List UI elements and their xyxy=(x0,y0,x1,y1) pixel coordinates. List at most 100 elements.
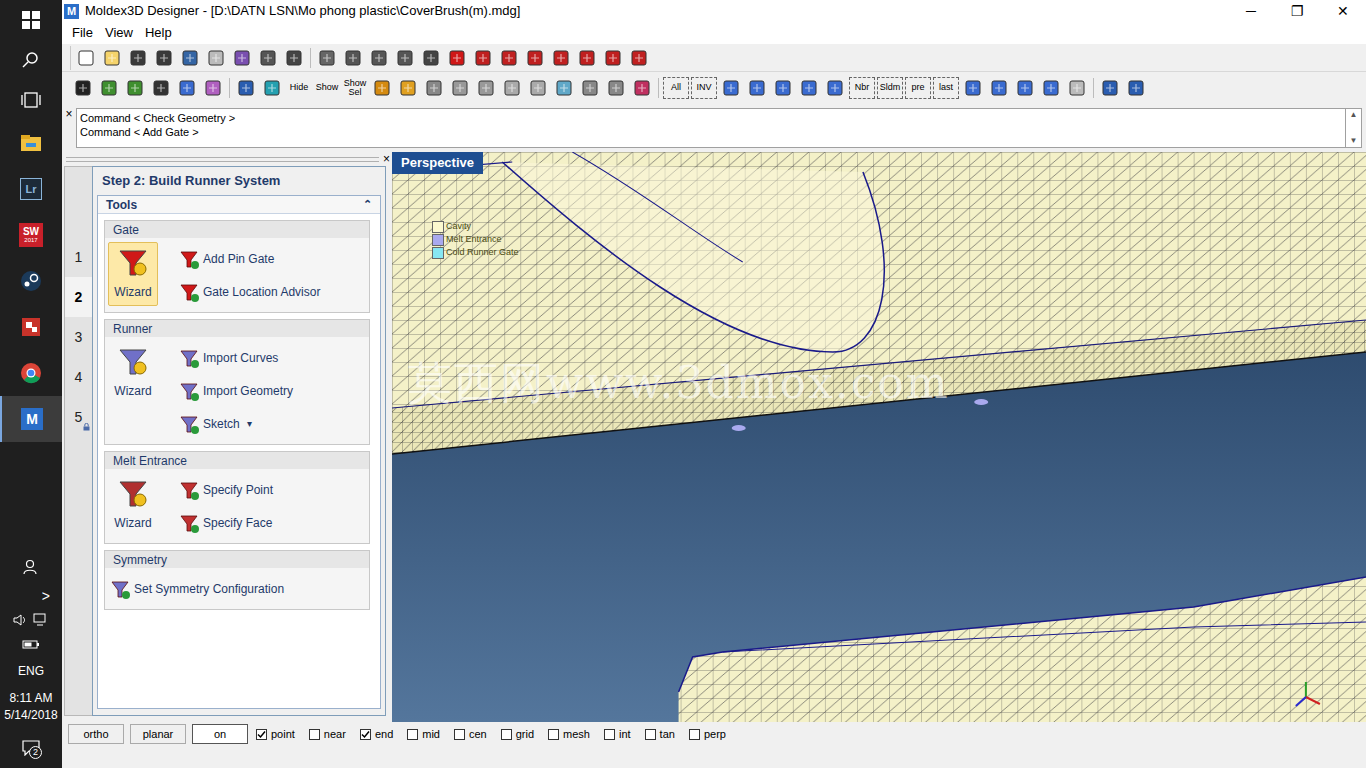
mode-toggle[interactable]: planar xyxy=(130,724,186,744)
tool-button[interactable] xyxy=(447,76,473,100)
window-control[interactable]: ─ xyxy=(1228,0,1274,22)
window-control[interactable]: ❐ xyxy=(1274,0,1320,22)
tool-button[interactable] xyxy=(718,76,744,100)
taskbar-app[interactable] xyxy=(0,350,62,396)
tool-button[interactable] xyxy=(233,76,259,100)
text-tool-button[interactable]: Show xyxy=(313,83,341,92)
view-filter-button[interactable]: All xyxy=(663,77,689,99)
step-tab[interactable]: 1 xyxy=(65,237,92,277)
tool-button[interactable] xyxy=(229,46,255,70)
tool-button[interactable] xyxy=(96,76,122,100)
task-view-button[interactable] xyxy=(0,80,62,120)
tool-button[interactable] xyxy=(122,76,148,100)
tool-button[interactable] xyxy=(314,46,340,70)
tool-button[interactable] xyxy=(522,46,548,70)
text-tool-button[interactable]: Show Sel xyxy=(341,79,369,97)
panel-close[interactable]: × xyxy=(381,153,392,165)
snap-checkbox[interactable]: tan xyxy=(645,726,681,743)
menu-item[interactable]: Help xyxy=(139,23,178,43)
tool-button[interactable] xyxy=(470,46,496,70)
speaker-icon[interactable] xyxy=(13,613,27,627)
tool-button[interactable] xyxy=(1123,76,1149,100)
scroll-arrow[interactable]: ▼ xyxy=(1350,135,1358,147)
taskbar-app[interactable]: Lr xyxy=(0,166,62,212)
tool-button[interactable] xyxy=(744,76,770,100)
view-filter-button[interactable]: Nbr xyxy=(849,77,875,99)
step-tab[interactable]: 4 xyxy=(65,357,92,397)
taskbar-app[interactable] xyxy=(0,120,62,166)
tool-button[interactable] xyxy=(796,76,822,100)
action-center-button[interactable]: 2 xyxy=(0,728,62,768)
wizard-button[interactable]: Wizard xyxy=(108,473,158,537)
tool-button[interactable] xyxy=(986,76,1012,100)
tool-button[interactable] xyxy=(281,46,307,70)
tool-button[interactable] xyxy=(603,76,629,100)
tool-button[interactable] xyxy=(366,46,392,70)
tool-item[interactable]: Set Symmetry Configuration xyxy=(109,572,284,605)
snap-checkbox[interactable]: perp xyxy=(689,726,732,743)
snap-checkbox[interactable]: int xyxy=(604,726,637,743)
tool-button[interactable] xyxy=(70,76,96,100)
tool-button[interactable] xyxy=(574,46,600,70)
tool-button[interactable] xyxy=(259,76,285,100)
tool-button[interactable] xyxy=(548,46,574,70)
tool-item[interactable]: Add Pin Gate xyxy=(178,242,320,275)
tool-button[interactable] xyxy=(473,76,499,100)
view-filter-button[interactable]: last xyxy=(933,77,959,99)
view-filter-button[interactable]: pre xyxy=(905,77,931,99)
snap-checkbox[interactable]: point xyxy=(256,726,301,743)
taskbar-app[interactable]: M xyxy=(0,396,62,442)
tool-item[interactable]: Specify Point xyxy=(178,473,273,506)
network-icon[interactable] xyxy=(33,613,49,627)
wizard-button[interactable]: Wizard xyxy=(108,341,158,405)
menu-item[interactable]: View xyxy=(99,23,139,43)
tool-button[interactable] xyxy=(1012,76,1038,100)
tool-button[interactable] xyxy=(496,46,522,70)
tool-button[interactable] xyxy=(421,76,447,100)
tool-button[interactable] xyxy=(822,76,848,100)
tool-item[interactable]: Gate Location Advisor xyxy=(178,275,320,308)
tool-button[interactable] xyxy=(1064,76,1090,100)
tool-button[interactable] xyxy=(600,46,626,70)
taskbar-app[interactable] xyxy=(0,258,62,304)
start-button[interactable] xyxy=(0,0,62,40)
tool-button[interactable] xyxy=(444,46,470,70)
command-scrollbar[interactable]: ▲▼ xyxy=(1346,108,1362,148)
collapse-toggle[interactable]: ⌃ xyxy=(363,196,372,213)
dropdown-arrow[interactable]: ▾ xyxy=(247,416,252,431)
snap-checkbox[interactable]: mid xyxy=(407,726,446,743)
tool-button[interactable] xyxy=(499,76,525,100)
tool-button[interactable] xyxy=(395,76,421,100)
view-filter-button[interactable]: Sldm xyxy=(877,77,903,99)
tool-button[interactable] xyxy=(177,46,203,70)
step-tab[interactable]: 3 xyxy=(65,317,92,357)
people-button[interactable] xyxy=(0,550,62,584)
tool-button[interactable] xyxy=(1038,76,1064,100)
tool-button[interactable] xyxy=(73,46,99,70)
mode-toggle[interactable]: on xyxy=(192,724,248,744)
snap-checkbox[interactable]: near xyxy=(309,726,352,743)
tool-item[interactable]: Sketch▾ xyxy=(178,407,293,440)
scroll-arrow[interactable]: ▲ xyxy=(1350,109,1358,121)
tool-button[interactable] xyxy=(255,46,281,70)
wizard-button[interactable]: Wizard xyxy=(108,242,158,306)
model-mesh[interactable] xyxy=(392,152,1366,722)
step-tab[interactable]: 5 xyxy=(65,397,92,437)
taskbar-app[interactable]: SW2017 xyxy=(0,212,62,258)
tool-button[interactable] xyxy=(148,76,174,100)
mode-toggle[interactable]: ortho xyxy=(68,724,124,744)
tool-button[interactable] xyxy=(626,46,652,70)
snap-checkbox[interactable]: mesh xyxy=(548,726,596,743)
snap-checkbox[interactable]: end xyxy=(360,726,399,743)
tool-item[interactable]: Specify Face xyxy=(178,506,273,539)
command-close[interactable]: × xyxy=(62,108,76,148)
tool-button[interactable] xyxy=(577,76,603,100)
tool-button[interactable] xyxy=(960,76,986,100)
text-tool-button[interactable]: Hide xyxy=(285,83,313,92)
tool-button[interactable] xyxy=(340,46,366,70)
tool-button[interactable] xyxy=(629,76,655,100)
clock[interactable]: 8:11 AM5/14/2018 xyxy=(0,686,62,728)
tool-button[interactable] xyxy=(125,46,151,70)
view-filter-button[interactable]: INV xyxy=(691,77,717,99)
step-tab[interactable]: 2 xyxy=(65,277,92,317)
